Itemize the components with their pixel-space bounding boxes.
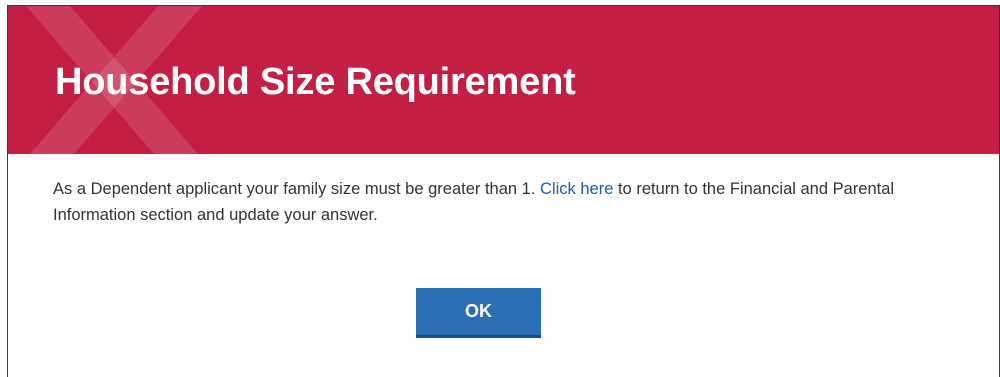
dialog-message: As a Dependent applicant your family siz…: [53, 176, 953, 228]
dialog-header: Household Size Requirement: [8, 6, 999, 154]
dialog-title: Household Size Requirement: [55, 61, 576, 103]
dialog-body: As a Dependent applicant your family siz…: [8, 154, 999, 228]
household-size-dialog: Household Size Requirement As a Dependen…: [7, 5, 1000, 377]
click-here-link[interactable]: Click here: [540, 180, 613, 198]
ok-button[interactable]: OK: [416, 288, 541, 338]
message-text-before-link: As a Dependent applicant your family siz…: [53, 180, 541, 198]
